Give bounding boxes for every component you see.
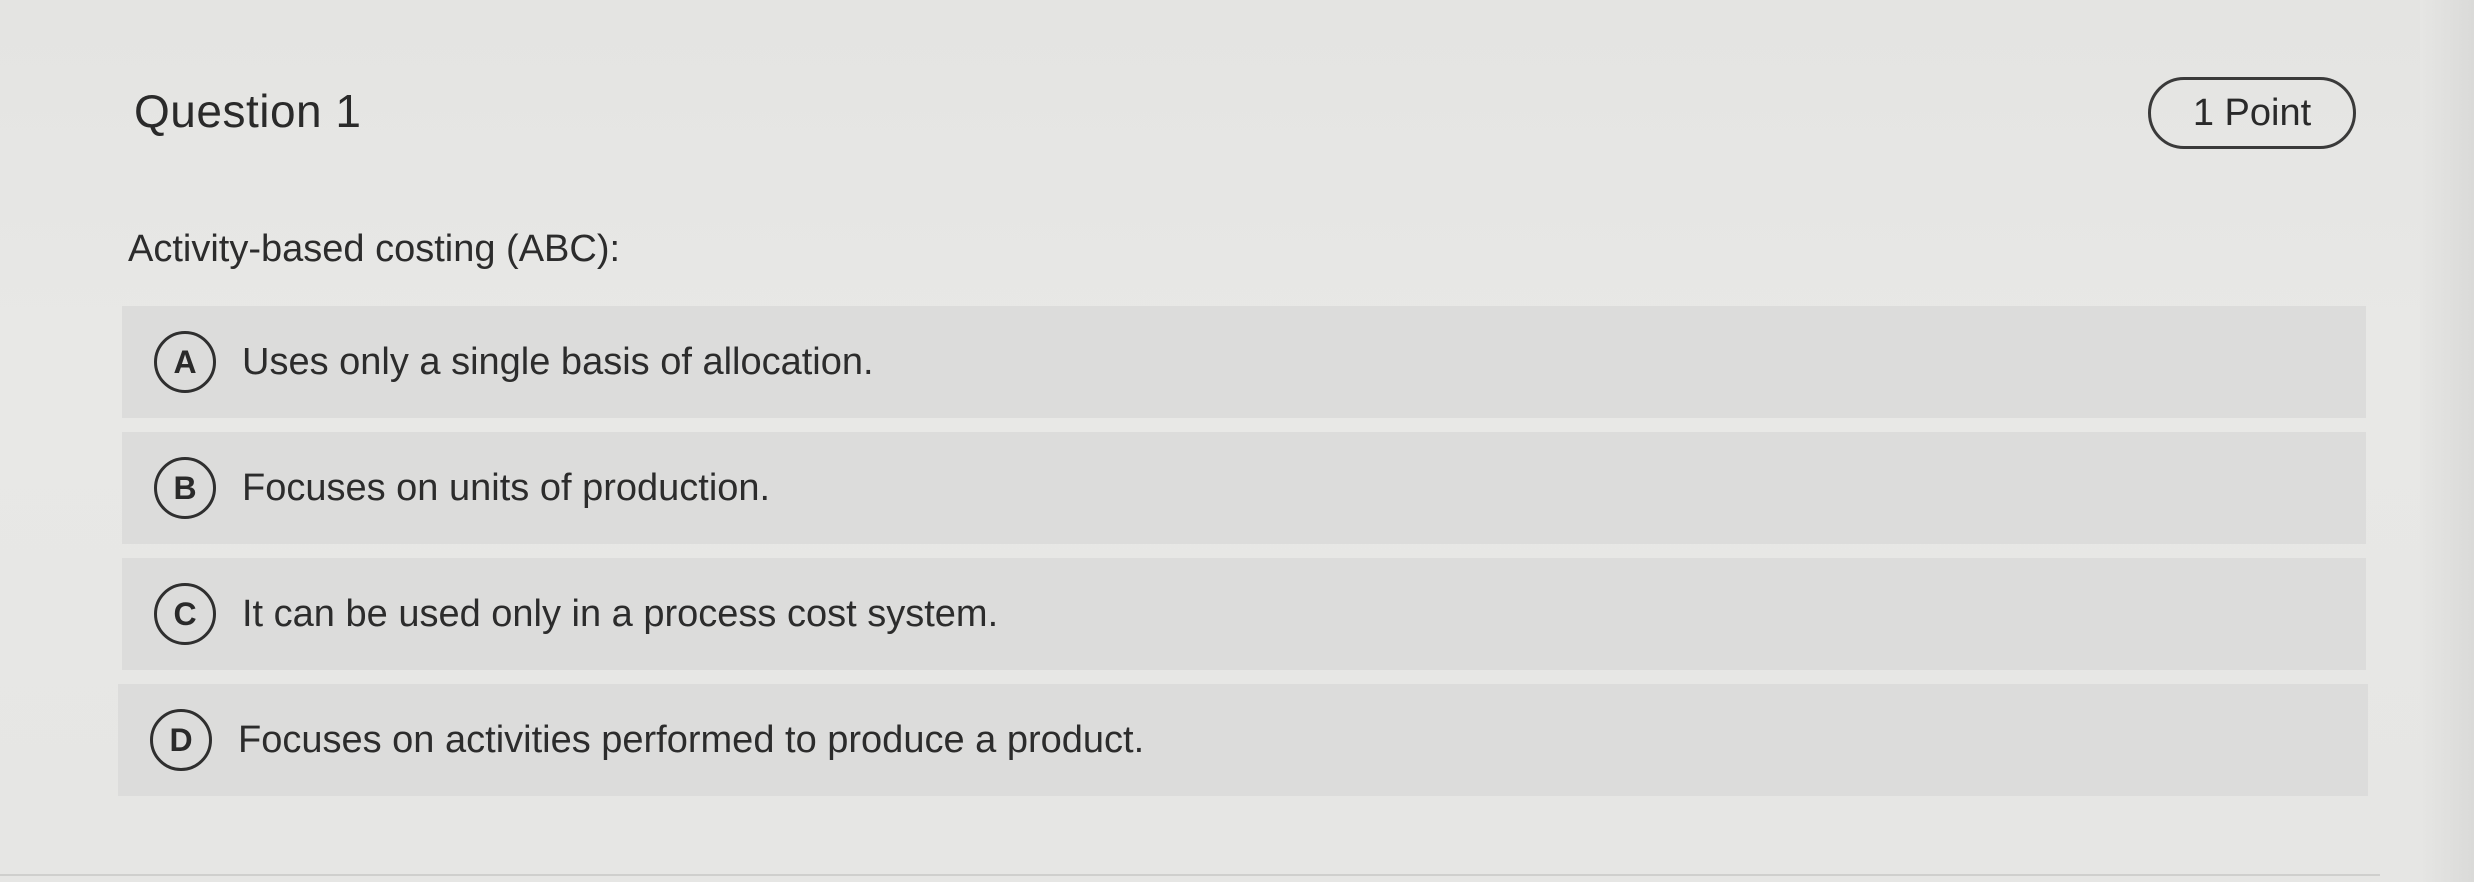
- answer-option-b[interactable]: B Focuses on units of production.: [122, 432, 2366, 544]
- page-edge: [2420, 0, 2474, 882]
- option-letter-b: B: [154, 457, 216, 519]
- answer-options: A Uses only a single basis of allocation…: [118, 306, 2368, 810]
- answer-option-c[interactable]: C It can be used only in a process cost …: [122, 558, 2366, 670]
- points-badge: 1 Point: [2148, 77, 2356, 149]
- quiz-page: Question 1 1 Point Activity-based costin…: [0, 0, 2474, 882]
- option-text-a: Uses only a single basis of allocation.: [242, 340, 874, 383]
- question-prompt: Activity-based costing (ABC):: [128, 228, 621, 270]
- answer-option-d[interactable]: D Focuses on activities performed to pro…: [118, 684, 2368, 796]
- option-text-d: Focuses on activities performed to produ…: [238, 718, 1145, 761]
- question-title: Question 1: [134, 85, 362, 137]
- option-text-c: It can be used only in a process cost sy…: [242, 592, 999, 635]
- divider: [0, 874, 2380, 876]
- option-letter-c: C: [154, 583, 216, 645]
- answer-option-a[interactable]: A Uses only a single basis of allocation…: [122, 306, 2366, 418]
- option-letter-a: A: [154, 331, 216, 393]
- option-letter-d: D: [150, 709, 212, 771]
- option-text-b: Focuses on units of production.: [242, 466, 771, 509]
